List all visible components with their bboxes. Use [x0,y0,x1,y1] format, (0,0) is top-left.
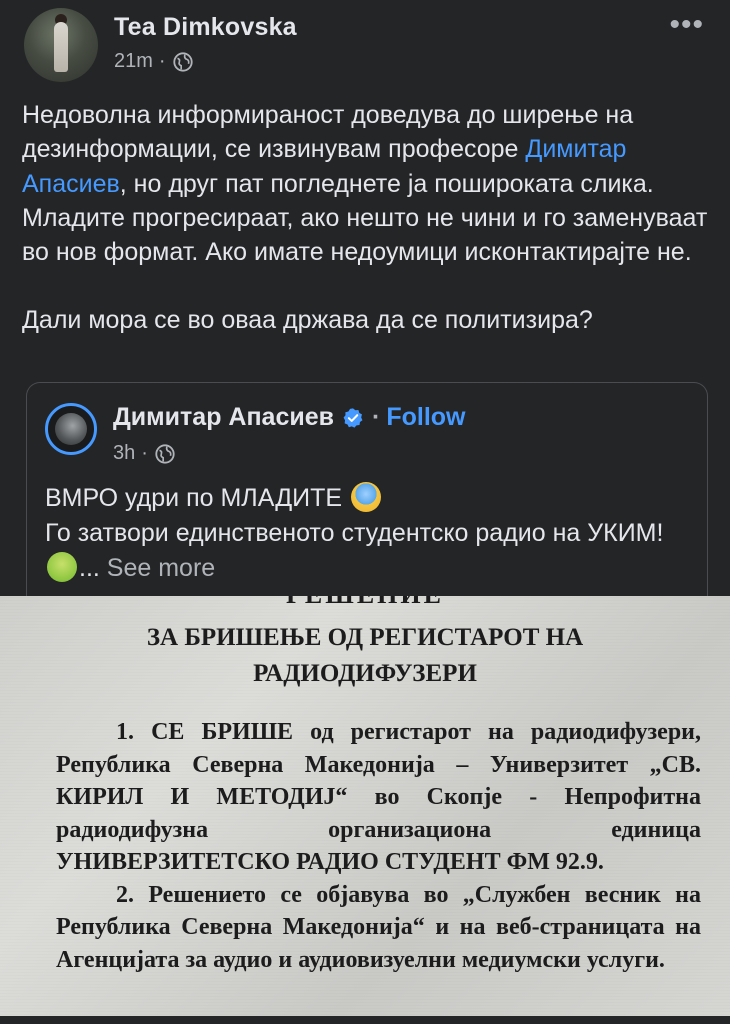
post-body: Недоволна информираност доведува до шире… [22,98,712,269]
document-heading: РЕШЕНИЕ [0,596,730,610]
shared-author-avatar[interactable] [45,403,97,455]
verified-badge-icon [343,407,363,428]
shared-post-time[interactable]: 3h [113,442,135,465]
follow-separator: · [372,403,381,431]
shared-line-1-text: ВМРО удри по МЛАДИТЕ [45,484,343,512]
document-title-line-2: РАДИОДИФУЗЕРИ [253,660,477,687]
avatar-figure-body [54,22,68,72]
post-time[interactable]: 21m [114,50,153,73]
globe-icon [172,51,193,72]
document-paragraph-2: 2. Решението се објавува во „Службен вес… [56,881,701,973]
facebook-post: Tea Dimkovska 21m · ••• Недоволна информ… [0,0,730,1024]
shared-post-header: Димитар Апасиев · Follow 3h · [45,403,466,465]
author-name[interactable]: Tea Dimkovska [114,13,297,42]
shared-line-2: Го затвори единственото студентско радио… [45,516,695,586]
post-header-text: Tea Dimkovska 21m · [114,13,297,73]
post-question: Дали мора се во оваа држава да се полити… [22,306,593,335]
shared-name-row: Димитар Апасиев · Follow [113,403,466,432]
author-avatar[interactable] [24,8,98,82]
shared-avatar-photo [55,413,87,445]
post-text-part2: , но друг пат погледнете ја поширoката с… [22,169,708,267]
shared-author-name[interactable]: Димитар Апасиев [113,403,334,432]
shared-header-text: Димитар Апасиев · Follow 3h · [113,403,466,465]
document-body: 1. СЕ БРИШЕ од регистарот на радиодифузе… [56,716,701,976]
post-text: Недоволна информираност доведува до шире… [22,98,712,338]
follow-button[interactable]: Follow [386,403,465,432]
more-options-button[interactable]: ••• [669,10,704,40]
post-header: Tea Dimkovska 21m · [24,8,297,82]
document-title-line-1: ЗА БРИШЕЊЕ ОД РЕГИСТАРОТ НА [146,624,584,651]
globe-icon [155,443,175,464]
shared-post-meta: 3h · [113,442,466,465]
bottom-divider [0,1016,730,1024]
document-photo[interactable]: РЕШЕНИЕ ЗА БРИШЕЊЕ ОД РЕГИСТАРОТ НА РАДИ… [0,596,730,1024]
meta-separator: · [158,50,166,72]
document-title: ЗА БРИШЕЊЕ ОД РЕГИСТАРОТ НА РАДИОДИФУЗЕР… [0,620,730,692]
shared-line-1: ВМРО удри по МЛАДИТЕ [45,481,695,516]
shared-post-text: ВМРО удри по МЛАДИТЕ Го затвори единстве… [45,481,695,586]
scream-emoji-icon [351,482,382,512]
vomit-emoji-icon [47,552,77,582]
see-more-link[interactable]: See more [107,554,215,582]
ellipsis: ... [79,554,100,582]
shared-line-2-text: Го затвори единственото студентско радио… [45,519,664,547]
document-paragraph-1: 1. СЕ БРИШЕ од регистарот на радиодифузе… [56,719,701,875]
shared-meta-separator: · [141,442,148,464]
post-meta: 21m · [114,50,297,73]
